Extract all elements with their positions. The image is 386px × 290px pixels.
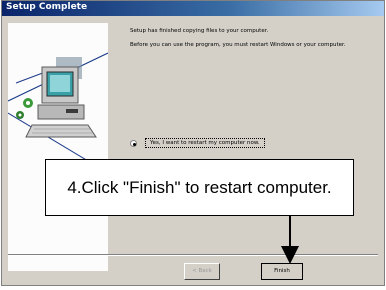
instruction-text: 4.Click "Finish" to restart computer. — [67, 177, 332, 197]
setup-illustration — [8, 23, 108, 271]
instruction-callout: 4.Click "Finish" to restart computer. — [45, 159, 354, 216]
window-title: Setup Complete — [6, 2, 88, 12]
message-restart-required: Before you can use the program, you must… — [130, 42, 346, 48]
back-button[interactable]: < Back — [184, 263, 220, 280]
finish-button[interactable]: Finish — [261, 263, 303, 280]
message-area: Setup has finished copying files to your… — [130, 27, 376, 55]
restart-radio[interactable] — [130, 140, 137, 147]
setup-complete-dialog: Setup Complete Setup has finished copyin… — [1, 0, 385, 286]
computer-setup-icon — [8, 23, 108, 271]
arrow-down-icon — [281, 216, 299, 264]
restart-option-label: Yes, I want to restart my computer now. — [145, 138, 265, 148]
button-divider — [8, 254, 378, 256]
title-bar: Setup Complete — [2, 1, 384, 16]
message-copy-finished: Setup has finished copying files to your… — [130, 28, 269, 34]
